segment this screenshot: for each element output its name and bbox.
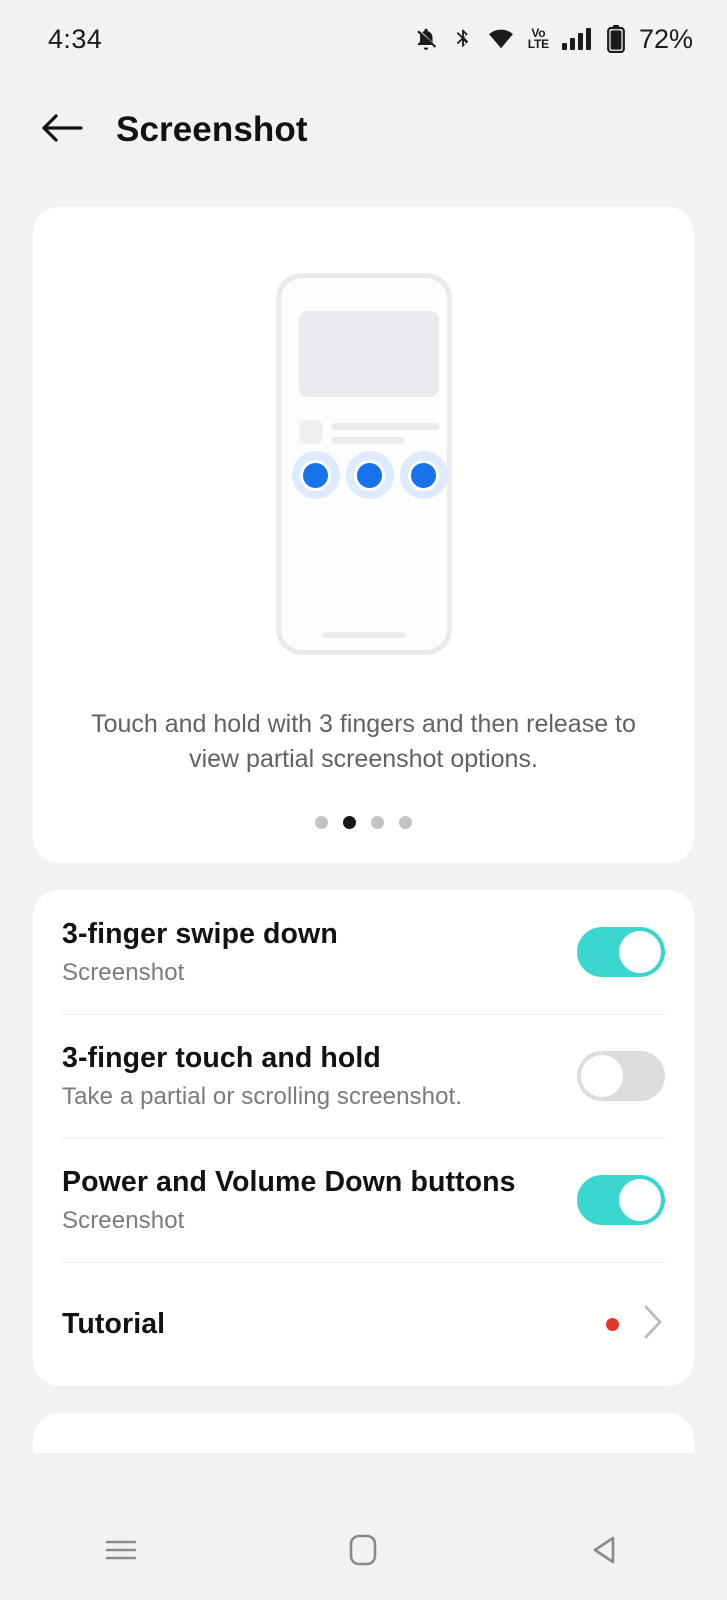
row-text: 3-finger touch and hold Take a partial o… — [62, 1042, 462, 1111]
illustration-caption: Touch and hold with 3 fingers and then r… — [91, 710, 636, 773]
row-text: Power and Volume Down buttons Screenshot — [62, 1166, 516, 1235]
setting-row-tutorial[interactable]: Tutorial — [62, 1262, 665, 1386]
status-time: 4:34 — [48, 23, 103, 54]
toggle-knob — [619, 1179, 661, 1221]
illustration-text-line-2 — [330, 437, 404, 444]
illustration-content-block — [298, 311, 439, 397]
row-text: Tutorial — [62, 1308, 165, 1341]
row-control — [606, 1302, 665, 1347]
three-finger-touch-indicator — [291, 451, 448, 499]
status-icons: Vo LTE 72% — [413, 24, 693, 55]
row-subtitle: Screenshot — [62, 958, 185, 986]
toggle-power-and-volume-down-buttons[interactable] — [577, 1175, 665, 1225]
settings-list-card: 3-finger swipe down Screenshot 3-finger … — [33, 890, 694, 1386]
pager-dot-2-active[interactable] — [343, 816, 356, 829]
triangle-back-icon — [588, 1532, 624, 1573]
finger-dot-icon — [345, 451, 394, 499]
new-badge-dot-icon — [606, 1317, 619, 1331]
illustration-card: Touch and hold with 3 fingers and then r… — [33, 207, 694, 863]
bell-off-icon — [413, 26, 439, 52]
volte-bottom-text: LTE — [527, 37, 549, 51]
app-header: Screenshot — [0, 78, 727, 182]
battery-percent: 72% — [638, 23, 693, 54]
row-subtitle: Take a partial or scrolling screenshot. — [62, 1082, 463, 1110]
toggle-3-finger-swipe-down[interactable] — [577, 927, 665, 977]
page-title: Screenshot — [116, 110, 308, 149]
finger-dot-icon — [291, 451, 340, 499]
pager-dot-3[interactable] — [371, 816, 384, 829]
home-square-icon — [346, 1531, 380, 1574]
toggle-knob — [619, 931, 661, 973]
pager-dot-1[interactable] — [315, 816, 328, 829]
setting-row-3-finger-swipe-down[interactable]: 3-finger swipe down Screenshot — [62, 890, 665, 1014]
next-settings-card-peek[interactable] — [33, 1413, 694, 1453]
row-title: 3-finger touch and hold — [62, 1041, 381, 1074]
system-navigation-bar — [0, 1504, 727, 1600]
battery-icon — [607, 25, 625, 53]
setting-row-power-and-volume-down-buttons[interactable]: Power and Volume Down buttons Screenshot — [62, 1138, 665, 1262]
volte-icon: Vo LTE — [527, 26, 549, 51]
menu-icon — [103, 1535, 139, 1570]
bluetooth-icon — [452, 26, 474, 52]
status-bar: 4:34 Vo LTE 72% — [0, 0, 727, 78]
row-title: 3-finger swipe down — [62, 917, 338, 950]
illustration-thumbnail-placeholder — [298, 420, 323, 444]
illustration-text-line-1 — [330, 423, 439, 430]
chevron-right-icon[interactable] — [641, 1302, 665, 1347]
finger-dot-icon — [399, 451, 448, 499]
signal-bars-icon — [561, 26, 594, 52]
row-control — [577, 1175, 665, 1225]
row-control — [577, 927, 665, 977]
back-button[interactable] — [551, 1517, 661, 1587]
illustration-home-indicator — [321, 632, 406, 638]
arrow-left-icon — [41, 111, 83, 150]
row-control — [577, 1051, 665, 1101]
content-area: Touch and hold with 3 fingers and then r… — [0, 207, 727, 1453]
row-title: Power and Volume Down buttons — [62, 1165, 516, 1198]
wifi-icon — [487, 26, 515, 52]
row-subtitle: Screenshot — [62, 1206, 185, 1234]
back-navigation-button[interactable] — [36, 104, 88, 156]
pager-dots[interactable] — [315, 816, 412, 829]
toggle-3-finger-touch-and-hold[interactable] — [577, 1051, 665, 1101]
pager-dot-4[interactable] — [399, 816, 412, 829]
home-button[interactable] — [308, 1517, 418, 1587]
toggle-knob — [581, 1055, 623, 1097]
setting-row-3-finger-touch-and-hold[interactable]: 3-finger touch and hold Take a partial o… — [62, 1014, 665, 1138]
row-title: Tutorial — [62, 1307, 166, 1340]
row-text: 3-finger swipe down Screenshot — [62, 918, 338, 987]
recents-button[interactable] — [66, 1517, 176, 1587]
phone-illustration — [275, 273, 452, 655]
